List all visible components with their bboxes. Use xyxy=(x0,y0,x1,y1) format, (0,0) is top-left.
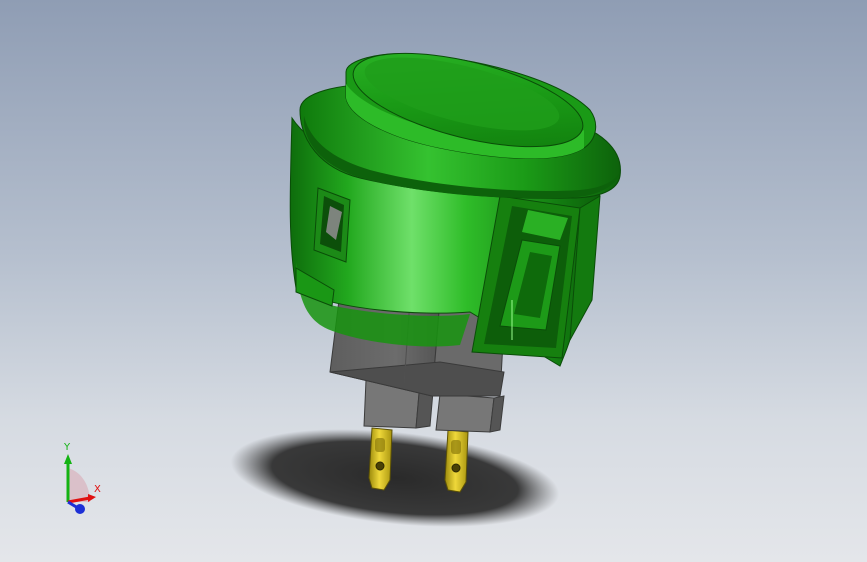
switch-pin-right xyxy=(435,393,505,433)
model-shadow xyxy=(230,429,560,527)
triad-plane-icon xyxy=(68,468,90,502)
terminal-right xyxy=(444,429,469,493)
graphics-viewport[interactable]: Y X xyxy=(0,0,867,562)
orientation-triad-icon[interactable]: Y X xyxy=(50,440,120,520)
model-canvas[interactable] xyxy=(0,0,867,562)
y-axis-label: Y xyxy=(63,442,71,453)
terminal-left xyxy=(368,427,393,491)
x-axis-label: X xyxy=(94,484,101,495)
